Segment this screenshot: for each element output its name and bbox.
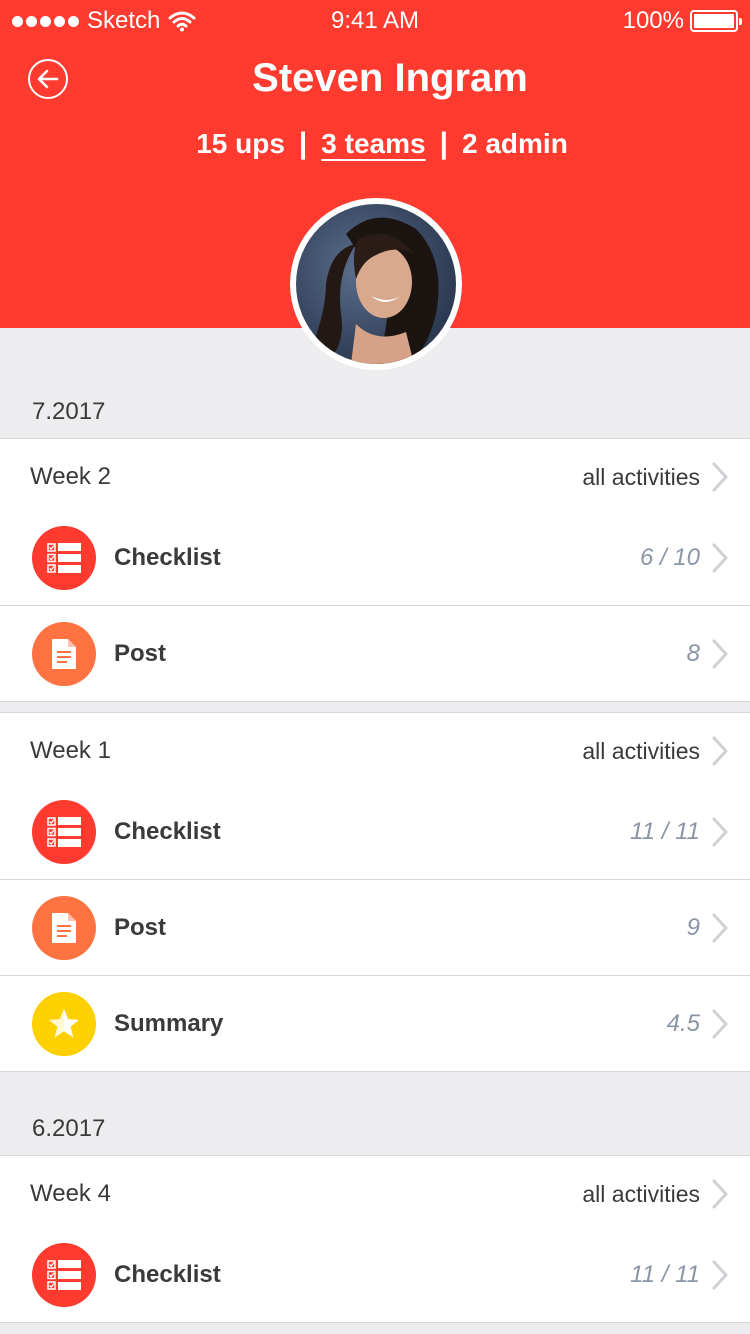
star-icon [32,991,96,1056]
activity-label: Post [114,913,167,941]
activity-label: Checklist [114,817,221,845]
week-label: Week 4 [30,1180,111,1207]
activity-row-post[interactable]: Post 8 [0,606,750,702]
activity-row-checklist[interactable]: Checklist 11 / 11 [0,1227,750,1323]
chevron-right-icon [712,1260,728,1289]
activity-row-summary[interactable]: Summary 4.5 [0,976,750,1072]
stats-divider: | [439,127,448,160]
all-activities-link[interactable]: all activities [582,738,700,765]
activity-label: Checklist [114,543,221,571]
week-label: Week 2 [30,463,111,490]
checklist-icon [32,1242,96,1307]
chevron-right-icon [712,736,728,766]
section-date-label: 7.2017 [32,398,106,425]
teams-link[interactable]: 3 teams [321,128,425,160]
activity-value: 9 [686,913,700,941]
chevron-right-icon [712,543,728,572]
chevron-right-icon [712,639,728,668]
battery-percent: 100% [622,7,684,34]
activity-row-checklist[interactable]: Checklist 6 / 10 [0,510,750,606]
document-icon [32,895,96,960]
activity-row-checklist[interactable]: Checklist 11 / 11 [0,784,750,880]
activity-label: Checklist [114,1260,221,1288]
activity-value: 11 / 11 [630,817,700,845]
chevron-right-icon [712,913,728,942]
activity-value: 8 [686,639,700,667]
all-activities-link[interactable]: all activities [582,464,700,491]
checklist-icon [32,799,96,864]
document-icon [32,621,96,686]
activity-value: 6 / 10 [639,543,700,571]
profile-photo [296,204,456,364]
battery-icon [690,10,742,32]
chevron-right-icon [712,1009,728,1038]
week-row[interactable]: Week 2 all activities [0,438,750,516]
activity-value: 11 / 11 [630,1260,700,1288]
week-row[interactable]: Week 1 all activities [0,712,750,790]
admin-count: 2 admin [462,128,568,159]
battery-indicator: 100% [622,7,742,35]
week-row[interactable]: Week 4 all activities [0,1155,750,1233]
chevron-right-icon [712,1179,728,1209]
stats-divider: | [298,127,308,160]
avatar[interactable] [290,198,462,370]
activity-value: 4.5 [666,1009,700,1037]
page-title: Steven Ingram [252,56,528,100]
activity-label: Post [114,639,167,667]
section-date-label: 6.2017 [32,1115,106,1142]
ups-count: 15 ups [196,128,285,159]
week-label: Week 1 [30,737,111,764]
profile-stats: 15 ups | 3 teams | 2 admin [0,127,750,161]
checklist-icon [32,525,96,590]
chevron-right-icon [712,817,728,846]
activity-row-post[interactable]: Post 9 [0,880,750,976]
status-bar: Sketch 9:41 AM 100% [0,0,750,40]
all-activities-link[interactable]: all activities [582,1181,700,1208]
chevron-right-icon [712,462,728,492]
activity-label: Summary [114,1009,224,1037]
